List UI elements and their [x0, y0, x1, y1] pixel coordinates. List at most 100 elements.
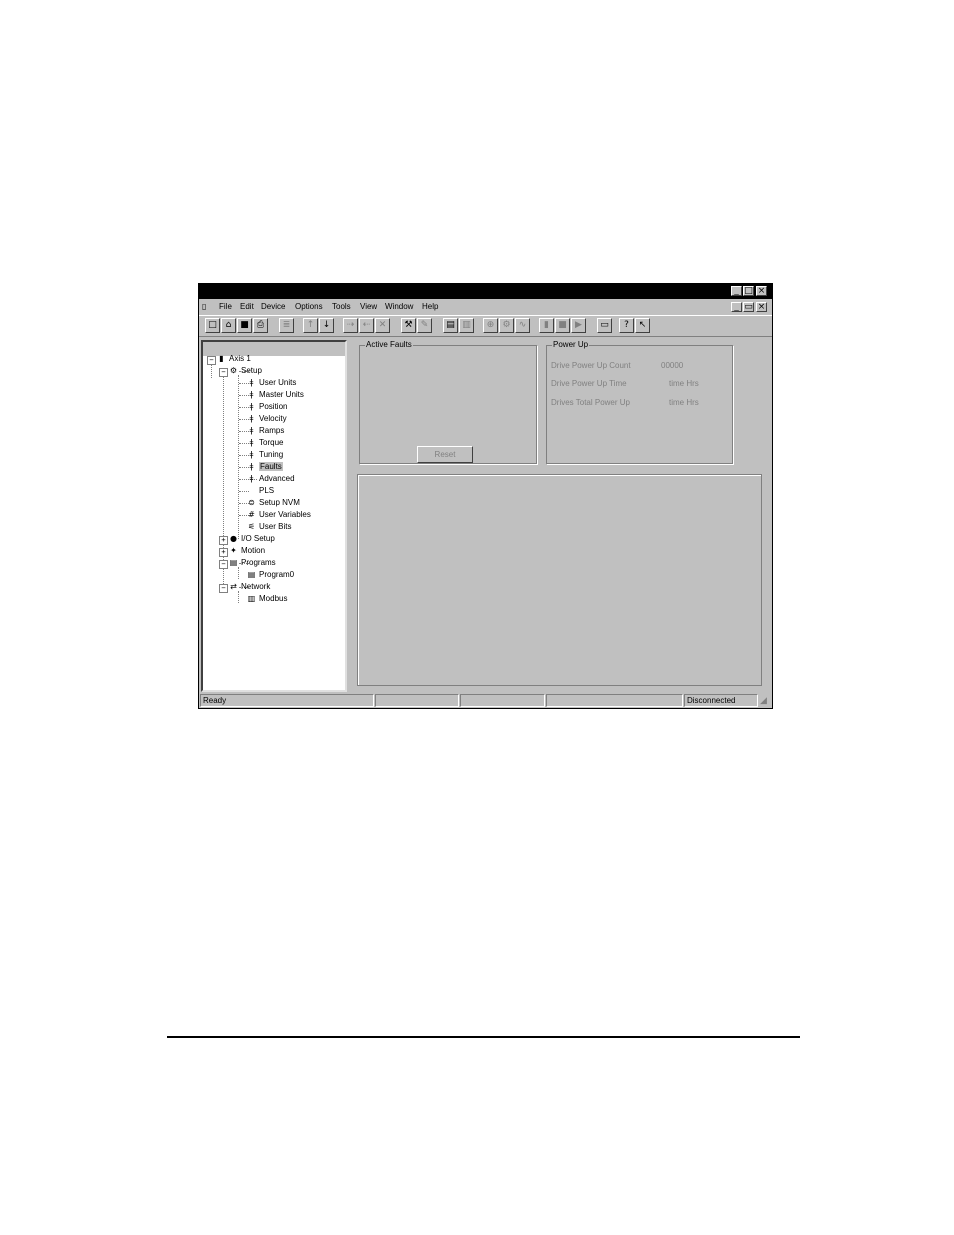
expand-toggle-axis[interactable]: − [207, 356, 216, 365]
faults-view: Active Faults Reset Power Up Drive Power… [349, 338, 771, 692]
open-folder-icon[interactable]: ⌂ [221, 318, 236, 333]
menu-bar: ▯ File Edit Device Options Tools View Wi… [199, 299, 772, 315]
expand-toggle-programs[interactable]: − [219, 560, 228, 569]
upload-icon[interactable]: ↑ [303, 318, 318, 333]
nvm-icon: ⊜ [248, 498, 255, 507]
tree-item-label: Axis 1 [229, 354, 251, 363]
help-icon[interactable]: ? [619, 318, 634, 333]
new-file-icon[interactable]: □ [205, 318, 220, 333]
window-maximize-button[interactable]: □ [743, 286, 754, 296]
tree-item-label: Modbus [259, 594, 288, 603]
context-help-icon[interactable]: ↖ [635, 318, 650, 333]
setup-icon: ⚙ [229, 366, 238, 375]
power-up-count-value: 00000 [661, 361, 684, 370]
tree-connector [223, 368, 224, 592]
tree-item-advanced[interactable]: ǂ Advanced [247, 474, 295, 483]
title-bar[interactable]: _ □ × [199, 284, 772, 299]
total-power-up-label: Drives Total Power Up [551, 398, 630, 407]
tree-item-network[interactable]: ⇄ Network [229, 582, 270, 591]
tree-item-label: Torque [259, 438, 284, 447]
io-icon: ● [230, 534, 237, 543]
edit-icon[interactable]: ✎ [417, 318, 432, 333]
parameter-icon: ǂ [249, 438, 254, 447]
compile-icon[interactable]: ⚒ [401, 318, 416, 333]
tree-item-tuning[interactable]: ǂ Tuning [247, 450, 284, 459]
tree-item-velocity[interactable]: ǂ Velocity [247, 414, 287, 423]
run-icon[interactable]: ▶ [571, 318, 586, 333]
watch-icon[interactable]: ▤ [443, 318, 458, 333]
menu-window[interactable]: Window [385, 302, 413, 311]
connection-status: Disconnected [684, 694, 758, 707]
disconnect-icon[interactable]: ⇠ [359, 318, 374, 333]
app-icon: ▯ [202, 302, 207, 311]
tree-item-label: Advanced [259, 474, 295, 483]
list-icon[interactable]: ▥ [459, 318, 474, 333]
tree-item-user-bits[interactable]: ⚟ User Bits [247, 522, 292, 531]
expand-toggle-network[interactable]: − [219, 584, 228, 593]
network-icon: ⇄ [230, 582, 237, 591]
menu-options[interactable]: Options [295, 302, 323, 311]
reset-button[interactable]: Reset [417, 446, 473, 463]
cancel-icon[interactable]: ✕ [375, 318, 390, 333]
connect-icon[interactable]: ⇢ [343, 318, 358, 333]
download-icon[interactable]: ↓ [319, 318, 334, 333]
tree-item-pls[interactable]: PLS [259, 486, 274, 495]
expand-toggle-setup[interactable]: − [219, 368, 228, 377]
status-text: Ready [200, 694, 374, 707]
window-icon[interactable]: ▭ [597, 318, 612, 333]
tree-item-torque[interactable]: ǂ Torque [247, 438, 284, 447]
parameter-icon: ǂ [249, 474, 254, 483]
tree-item-master-units[interactable]: ǂ Master Units [247, 390, 304, 399]
bits-icon: ⚟ [247, 522, 256, 531]
child-minimize-button[interactable]: _ [731, 302, 742, 312]
tree-item-label: Velocity [259, 414, 287, 423]
tree-item-ramps[interactable]: ǂ Ramps [247, 426, 285, 435]
window-minimize-button[interactable]: _ [731, 286, 742, 296]
menu-view[interactable]: View [360, 302, 377, 311]
tree-item-modbus[interactable]: ▥ Modbus [247, 594, 288, 603]
expand-toggle-motion[interactable]: + [219, 548, 228, 557]
tree-item-io-setup[interactable]: ● I/O Setup [229, 534, 275, 543]
tree-item-label: Setup NVM [259, 498, 300, 507]
child-close-button[interactable]: × [756, 302, 767, 312]
program-icon: ▤ [247, 570, 256, 579]
tree-item-setup[interactable]: ⚙ Setup [229, 366, 262, 375]
tree-item-user-variables[interactable]: # User Variables [247, 510, 311, 519]
menu-file[interactable]: File [219, 302, 232, 311]
save-icon[interactable]: ■ [237, 318, 252, 333]
tree-item-user-units[interactable]: ǂ User Units [247, 378, 297, 387]
parameter-icon: ǂ [249, 462, 254, 471]
tree-item-motion[interactable]: ✦ Motion [229, 546, 265, 555]
tool-icon[interactable]: ⚙ [499, 318, 514, 333]
tree-item-faults[interactable]: ǂ Faults [247, 462, 283, 471]
child-restore-button[interactable]: ▭ [743, 302, 754, 312]
power-up-count-label: Drive Power Up Count [551, 361, 631, 370]
power-up-title: Power Up [552, 340, 590, 349]
chart-icon[interactable]: ∿ [515, 318, 530, 333]
parameter-icon: ǂ [249, 390, 254, 399]
tree-item-axis-1[interactable]: ▮ Axis 1 [217, 354, 251, 363]
resize-grip-icon[interactable]: ◢ [760, 696, 770, 706]
status-bar: Ready Disconnected ◢ [199, 693, 772, 708]
tree-item-label: User Bits [259, 522, 292, 531]
menu-help[interactable]: Help [422, 302, 438, 311]
expand-toggle-io-setup[interactable]: + [219, 536, 228, 545]
tree-item-programs[interactable]: ▤ Programs [229, 558, 276, 567]
menu-tools[interactable]: Tools [332, 302, 351, 311]
tree-item-position[interactable]: ǂ Position [247, 402, 288, 411]
print-icon[interactable]: ⎙ [253, 318, 268, 333]
menu-device[interactable]: Device [261, 302, 285, 311]
fault-details-panel [357, 474, 762, 686]
project-tree[interactable]: − ▮ Axis 1 − ⚙ Setup ǂ User Units ǂ Master U… [201, 340, 347, 692]
application-window: _ □ × ▯ File Edit Device Options Tools V… [198, 283, 773, 709]
axis-icon: ▮ [219, 354, 224, 363]
tree-item-program0[interactable]: ▤ Program0 [247, 570, 294, 579]
tree-item-label: Faults [259, 462, 283, 471]
properties-icon[interactable]: ≣ [279, 318, 294, 333]
info-icon[interactable]: ▮ [539, 318, 554, 333]
window-close-button[interactable]: × [756, 286, 767, 296]
stop-icon[interactable]: ■ [555, 318, 570, 333]
zoom-icon[interactable]: ⊕ [483, 318, 498, 333]
tree-item-setup-nvm[interactable]: ⊜ Setup NVM [247, 498, 300, 507]
menu-edit[interactable]: Edit [240, 302, 254, 311]
